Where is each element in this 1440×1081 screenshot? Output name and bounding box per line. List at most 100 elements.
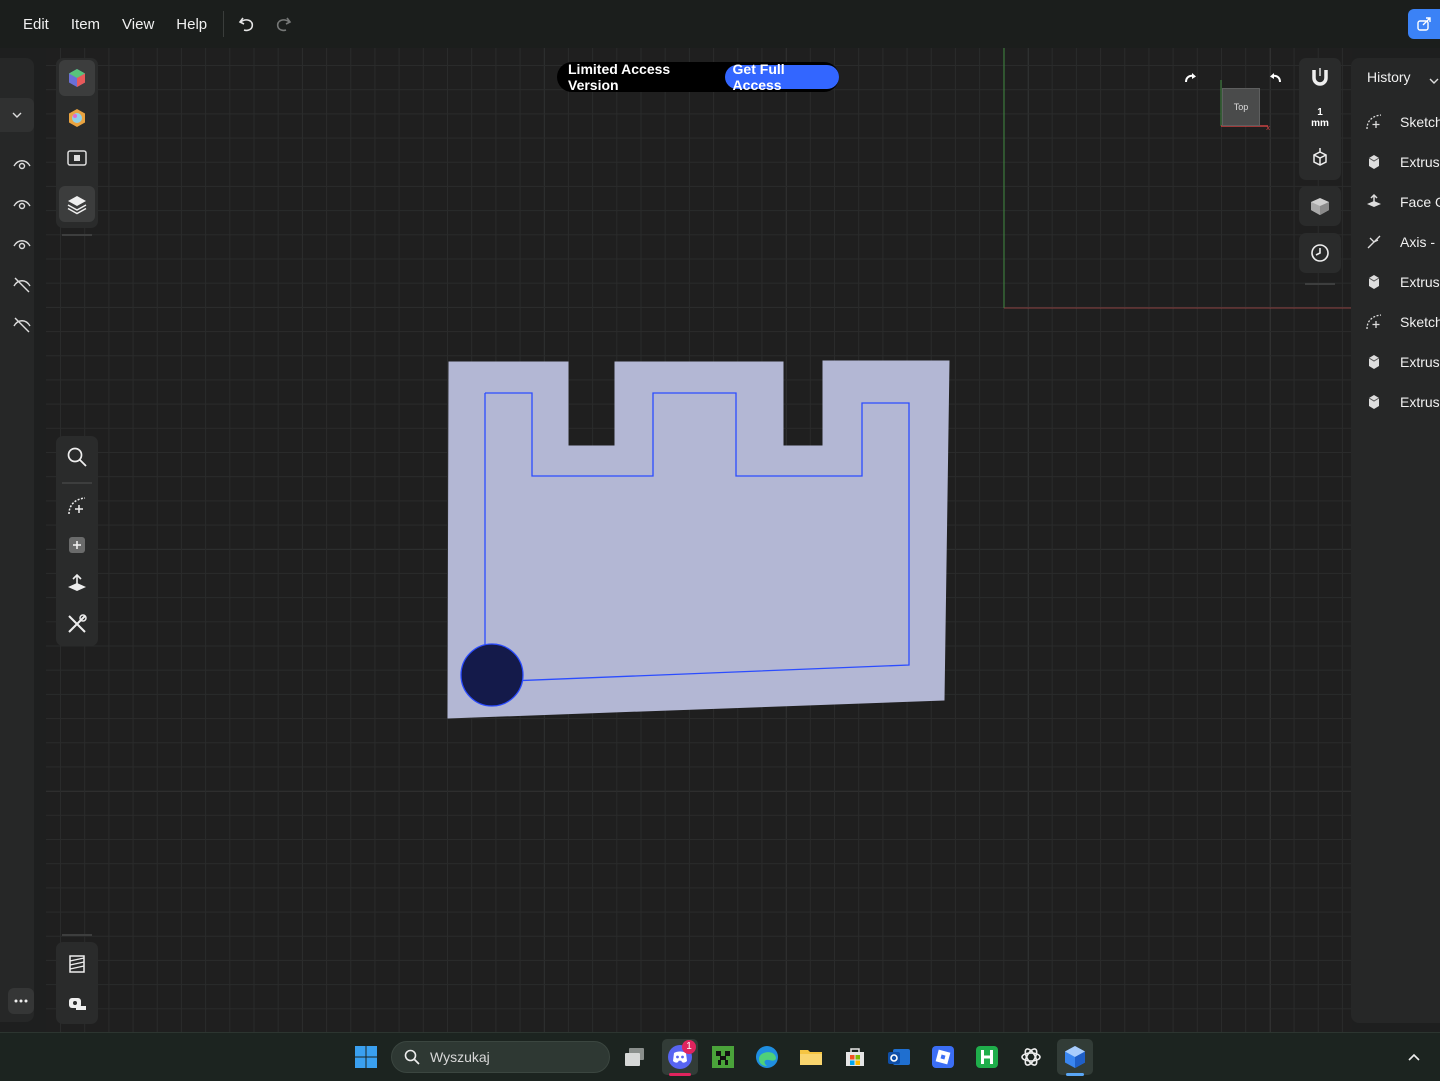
limited-access-banner: Limited Access Version Get Full Access xyxy=(557,61,839,93)
visibility-eye-icon[interactable] xyxy=(12,155,32,175)
hidden-eye-icon[interactable] xyxy=(12,275,32,295)
search-placeholder: Wyszukaj xyxy=(430,1049,490,1065)
extrusion-icon xyxy=(1363,271,1385,293)
history-item[interactable]: Extrusi xyxy=(1363,390,1440,414)
edge-browser-icon[interactable] xyxy=(753,1043,781,1071)
measure-tape-icon[interactable] xyxy=(59,986,95,1022)
chevron-down-icon[interactable] xyxy=(0,98,34,132)
more-options-icon[interactable] xyxy=(8,988,34,1014)
mode-toolbar xyxy=(56,58,98,236)
extrusion-icon xyxy=(1363,351,1385,373)
add-primitive-icon[interactable] xyxy=(59,527,95,563)
tools-toolbar xyxy=(56,436,98,646)
history-item-label: Extrusi xyxy=(1400,394,1440,410)
toolbar-divider xyxy=(1305,283,1335,285)
history-item[interactable]: Extrusi xyxy=(1363,270,1440,294)
menu-view[interactable]: View xyxy=(122,16,154,33)
undo-icon[interactable] xyxy=(236,13,258,35)
toolbar-divider xyxy=(62,234,92,236)
3d-viewport[interactable] xyxy=(46,48,1352,1032)
redo-icon[interactable] xyxy=(272,13,294,35)
sketch-icon xyxy=(1363,311,1385,333)
get-full-access-button[interactable]: Get Full Access xyxy=(724,61,839,93)
visibility-eye-icon[interactable] xyxy=(12,235,32,255)
history-item[interactable]: Axis - I xyxy=(1363,230,1440,254)
modify-tools-icon[interactable] xyxy=(59,606,95,642)
history-title[interactable]: History xyxy=(1367,69,1411,85)
view-cube[interactable]: Top xyxy=(1222,88,1260,126)
history-item-label: Sketch xyxy=(1400,314,1440,330)
rotate-left-icon[interactable] xyxy=(1182,70,1198,86)
history-item[interactable]: Sketch xyxy=(1363,310,1440,334)
extrusion-icon xyxy=(1363,391,1385,413)
menu-divider xyxy=(223,11,225,37)
history-item-label: Axis - I xyxy=(1400,234,1440,250)
extrusion-icon xyxy=(1363,151,1385,173)
axis-icon xyxy=(1363,231,1385,253)
design-mode-icon[interactable] xyxy=(59,60,95,96)
share-button[interactable] xyxy=(1408,9,1440,39)
transform-cube-icon[interactable] xyxy=(1302,140,1338,176)
view-style-toolbar xyxy=(1299,186,1341,226)
extrude-icon[interactable] xyxy=(59,566,95,602)
menu-edit[interactable]: Edit xyxy=(23,16,49,33)
units-value: 1 xyxy=(1317,107,1323,118)
history-panel: History Sketch Extrusi Face O Axis - I E… xyxy=(1351,58,1440,1023)
part-face xyxy=(447,360,950,719)
render-icon[interactable] xyxy=(59,140,95,176)
sketch-tool-icon[interactable] xyxy=(59,488,95,524)
view-toolbar: 1 mm xyxy=(1299,58,1341,180)
history-item-label: Extrusi xyxy=(1400,354,1440,370)
history-item[interactable]: Sketch xyxy=(1363,110,1440,134)
layers-icon[interactable] xyxy=(59,186,95,222)
search-icon[interactable] xyxy=(59,439,95,475)
roblox-icon[interactable] xyxy=(929,1043,957,1071)
history-item[interactable]: Extrusi xyxy=(1363,350,1440,374)
chevron-up-icon[interactable] xyxy=(1400,1043,1428,1071)
clock-history-icon[interactable] xyxy=(1302,235,1338,271)
materials-icon[interactable] xyxy=(59,100,95,136)
history-item-label: Sketch xyxy=(1400,114,1440,130)
history-item-label: Extrusi xyxy=(1400,154,1440,170)
history-item-label: Face O xyxy=(1400,194,1440,210)
chatgpt-icon[interactable] xyxy=(1017,1043,1045,1071)
windows-start-icon[interactable] xyxy=(352,1043,380,1071)
sketch-icon xyxy=(1363,111,1385,133)
taskbar-search-input[interactable]: Wyszukaj xyxy=(391,1041,610,1073)
menu-bar: Edit Item View Help xyxy=(0,0,1440,48)
search-icon xyxy=(404,1049,420,1065)
svg-text:x: x xyxy=(1266,124,1270,132)
shapr3d-running-indicator xyxy=(1066,1073,1084,1076)
toolbar-divider xyxy=(62,934,92,936)
units-selector[interactable]: 1 mm xyxy=(1302,100,1338,136)
outlook-icon[interactable] xyxy=(885,1043,913,1071)
shaded-view-icon[interactable] xyxy=(1302,188,1338,224)
units-label: mm xyxy=(1311,118,1329,129)
visibility-eye-icon[interactable] xyxy=(12,195,32,215)
snap-magnet-icon[interactable] xyxy=(1302,60,1338,96)
menu-item[interactable]: Item xyxy=(71,16,100,33)
history-item[interactable]: Extrusi xyxy=(1363,150,1440,174)
history-item[interactable]: Face O xyxy=(1363,190,1440,214)
discord-running-indicator xyxy=(669,1073,691,1076)
shapr3d-icon[interactable] xyxy=(1057,1039,1093,1075)
chevron-down-icon[interactable] xyxy=(1429,72,1439,90)
hidden-eye-icon[interactable] xyxy=(12,315,32,335)
spreadsheet-app-icon[interactable] xyxy=(973,1043,1001,1071)
file-explorer-icon[interactable] xyxy=(797,1043,825,1071)
cross-section-icon[interactable] xyxy=(59,946,95,982)
discord-notification-badge: 1 xyxy=(682,1040,696,1054)
banner-text: Limited Access Version xyxy=(568,61,671,93)
history-toolbar xyxy=(1299,233,1341,273)
face-offset-icon xyxy=(1363,191,1385,213)
windows-taskbar: Wyszukaj xyxy=(0,1032,1440,1081)
toolbar-divider xyxy=(62,482,92,484)
left-panel xyxy=(0,58,34,1022)
sketch-origin-point xyxy=(460,643,524,707)
task-view-icon[interactable] xyxy=(621,1043,649,1071)
menu-help[interactable]: Help xyxy=(176,16,207,33)
microsoft-store-icon[interactable] xyxy=(841,1043,869,1071)
history-item-label: Extrusi xyxy=(1400,274,1440,290)
minecraft-icon[interactable] xyxy=(709,1043,737,1071)
scene xyxy=(447,48,1352,719)
